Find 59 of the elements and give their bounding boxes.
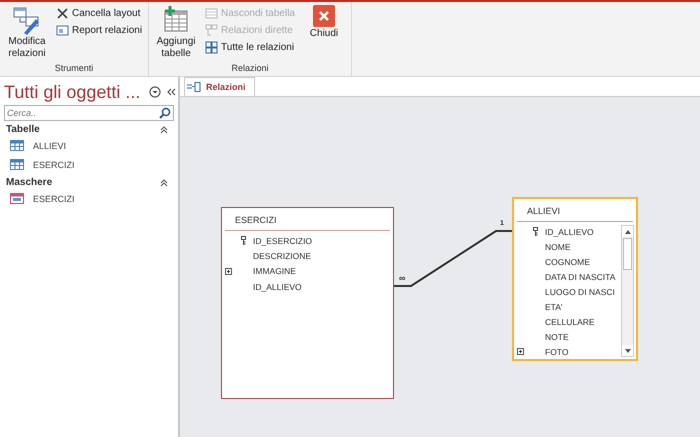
nav-item[interactable]: ALLIEVI	[4, 136, 178, 155]
table-icon	[10, 159, 24, 170]
table-icon	[10, 140, 24, 151]
nav-item[interactable]: ESERCIZI	[4, 155, 178, 174]
field-name[interactable]: NOTE	[545, 332, 569, 342]
search-field[interactable]: Cerca..	[4, 105, 174, 121]
scroll-down-icon[interactable]	[624, 348, 630, 352]
chevron-up-icon[interactable]	[160, 178, 168, 186]
group-label: Relazioni	[230, 63, 270, 75]
table-title: ESERCIZI	[225, 208, 390, 231]
field-name[interactable]: ETA'	[545, 302, 563, 312]
search-icon[interactable]	[159, 107, 171, 119]
field-name[interactable]: FOTO	[545, 346, 568, 356]
group-header[interactable]: Maschere	[4, 174, 178, 189]
nav-item[interactable]: ESERCIZI	[4, 189, 178, 208]
group-label: Strumenti	[54, 63, 94, 75]
field-name[interactable]: NOME	[545, 242, 570, 252]
field-name[interactable]: ID_ALLIEVO	[545, 226, 594, 236]
grid-icon	[205, 41, 218, 54]
group-title: Maschere	[6, 177, 52, 188]
ribbon-button[interactable]: Chiudi	[300, 4, 347, 41]
ribbon-button[interactable]: Cancella layout	[54, 6, 144, 21]
expand-icon[interactable]	[225, 268, 232, 275]
ribbon-button[interactable]: Aggiungi tabelle	[153, 4, 200, 61]
table-window[interactable]: ESERCIZI ID_ESERCIZIO DESCRIZIONE IMMAGINE ID_ALLIEVO	[221, 207, 394, 399]
field-name[interactable]: ID_ESERCIZIO	[253, 236, 312, 246]
collapse-icon[interactable]	[166, 87, 176, 97]
document-tab[interactable]: Relazioni	[184, 77, 255, 96]
relationships-icon	[187, 82, 201, 92]
field-name[interactable]: LUOGO DI NASCI	[545, 286, 615, 296]
table-icon	[205, 7, 218, 20]
close-icon	[56, 7, 69, 20]
relations-icon	[205, 24, 218, 37]
pane-title: Tutti gli oggetti ...	[4, 82, 140, 102]
report-icon	[56, 24, 69, 37]
scrollbar[interactable]	[621, 225, 634, 357]
scroll-up-icon[interactable]	[624, 230, 630, 234]
expand-icon[interactable]	[517, 348, 524, 355]
field-name[interactable]: DESCRIZIONE	[253, 251, 312, 262]
field-name[interactable]: DATA DI NASCITA	[545, 272, 616, 282]
relationship-line[interactable]	[394, 230, 512, 287]
group-header[interactable]: Tabelle	[4, 121, 178, 136]
close-icon	[312, 5, 335, 27]
ribbon-button[interactable]: Report relazioni	[54, 23, 144, 38]
pencil-table-icon	[12, 5, 42, 35]
chevron-up-icon[interactable]	[160, 126, 168, 134]
dropdown-icon[interactable]	[149, 86, 162, 98]
ribbon-button[interactable]: Modifica relazioni	[4, 4, 50, 61]
field-name[interactable]: ID_ALLIEVO	[253, 282, 302, 292]
table-title: ALLIEVI	[517, 199, 633, 222]
field-name[interactable]: IMMAGINE	[253, 266, 296, 276]
table-window[interactable]: ALLIEVI ID_ALLIEVO NOME COGNOME DATA DI NASCITA LUOGO DI NASCI ETA' CELLULARE NOTE FOTO	[512, 197, 638, 361]
field-name[interactable]: COGNOME	[545, 256, 590, 266]
ribbon-button[interactable]: Tutte le relazioni	[203, 40, 297, 55]
cardinality-label: ∞	[399, 274, 406, 283]
scroll-thumb[interactable]	[623, 238, 632, 270]
group-title: Tabelle	[6, 124, 40, 135]
field-name[interactable]: CELLULARE	[545, 316, 595, 326]
form-icon	[10, 193, 24, 204]
